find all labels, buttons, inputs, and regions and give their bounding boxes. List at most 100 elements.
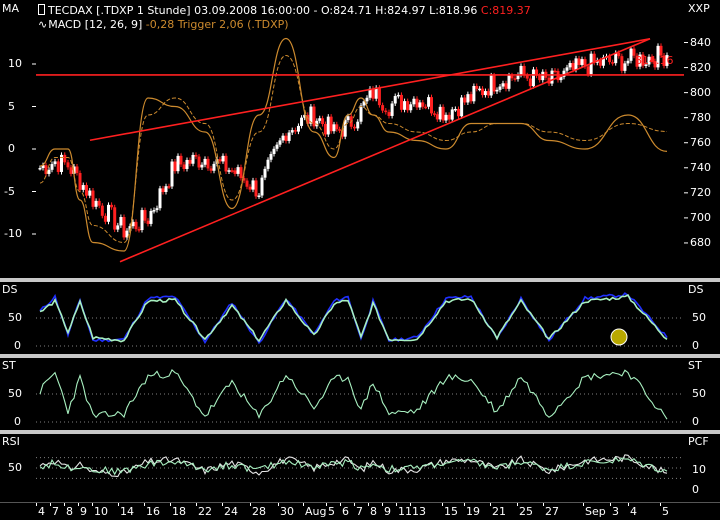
- candle-up: [326, 116, 330, 135]
- candle-up: [221, 155, 225, 162]
- time-axis-tick-label: 8: [370, 505, 377, 518]
- time-axis-tick-label: 28: [252, 505, 266, 518]
- candle-up: [116, 225, 120, 230]
- time-axis-tick-mark: [278, 503, 279, 506]
- right-tick-label: 50: [692, 387, 706, 400]
- candle-down: [218, 159, 222, 162]
- candle-down: [146, 220, 150, 224]
- candle-down: [194, 154, 198, 157]
- candle-down: [284, 135, 288, 141]
- candle-up: [158, 188, 162, 209]
- time-axis-tick-mark: [340, 503, 341, 506]
- candle-up: [191, 154, 195, 164]
- candle-up: [346, 116, 350, 121]
- candle-down: [538, 75, 542, 81]
- candle-down: [69, 167, 73, 174]
- time-axis-tick-mark: [36, 503, 37, 506]
- candle-down: [179, 155, 183, 165]
- time-axis-tick-label: 21: [492, 505, 506, 518]
- candle-up: [203, 158, 207, 165]
- candle-down: [85, 185, 88, 196]
- candle-down: [167, 186, 171, 188]
- right-tick-label: 760: [690, 135, 711, 149]
- candle-up: [149, 210, 153, 224]
- dss-pane[interactable]: DS DS 50 0 50 0: [0, 282, 720, 354]
- candle-up: [450, 109, 454, 120]
- price-pane[interactable]: MA XXP TECDAX [.TDXP 1 Stunde] 03.09.200…: [0, 0, 720, 278]
- candle-up: [356, 121, 360, 129]
- left-tick-label: 50: [8, 461, 22, 474]
- candle-up: [227, 170, 231, 172]
- time-axis-tick-label: 7: [356, 505, 363, 518]
- candle-up: [359, 105, 363, 122]
- time-axis-tick-label: 24: [224, 505, 238, 518]
- rsi-pane[interactable]: RSI PCF 50 10 0: [0, 434, 720, 502]
- candle-down: [611, 62, 615, 64]
- candle-down: [571, 63, 575, 70]
- right-tick-label: 50: [692, 311, 706, 324]
- time-axis-tick-label: 18: [172, 505, 186, 518]
- candle-down: [617, 52, 621, 57]
- candle-up: [269, 153, 273, 160]
- time-axis-tick-label: 7: [52, 505, 59, 518]
- candle-down: [91, 190, 95, 207]
- candle-down: [399, 94, 403, 110]
- candle-up: [531, 69, 535, 87]
- candle-down: [525, 75, 529, 79]
- time-axis-tick-label: 15: [444, 505, 458, 518]
- candle-down: [338, 129, 342, 131]
- candle-down: [137, 229, 141, 231]
- candle-down: [134, 221, 138, 230]
- candle-down: [598, 60, 602, 66]
- candle-down: [323, 124, 327, 135]
- candle-down: [113, 207, 117, 230]
- candle-up: [393, 96, 397, 104]
- candle-up: [290, 130, 294, 133]
- candle-down: [553, 70, 557, 73]
- pcf-right-label: PCF: [688, 435, 709, 448]
- candle-up: [427, 97, 431, 107]
- candle-down: [430, 97, 433, 114]
- candle-up: [281, 135, 285, 141]
- time-axis-tick-mark: [442, 503, 443, 506]
- candle-down: [522, 65, 526, 76]
- candle-down: [63, 154, 67, 163]
- candle-down: [230, 170, 234, 172]
- candle-up: [623, 63, 627, 71]
- price-header-close: C:819.37: [480, 4, 531, 17]
- candle-down: [432, 113, 436, 115]
- candle-up: [478, 88, 482, 91]
- candle-up: [318, 118, 322, 121]
- time-axis-tick-label: 6: [342, 505, 349, 518]
- candle-down: [329, 116, 333, 132]
- candle-down: [245, 180, 249, 187]
- candle-up: [94, 200, 98, 207]
- candle-up: [541, 71, 545, 81]
- time-axis-tick-label: 14: [120, 505, 134, 518]
- time-axis-tick-label: 5: [662, 505, 669, 518]
- time-axis[interactable]: 4 7 8 9 10 14 16 18 22 24 28 30 Aug 5 6 7 8 9 11 13 15 19 21 25…: [0, 502, 720, 520]
- time-axis-tick-label: 30: [280, 505, 294, 518]
- candle-up: [263, 168, 267, 178]
- left-tick-label: 5: [8, 99, 15, 113]
- candle-up: [81, 185, 85, 190]
- candle-down: [406, 101, 410, 111]
- time-axis-tick-mark: [118, 503, 119, 506]
- time-axis-tick-label: 9: [80, 505, 87, 518]
- time-axis-tick-label: 3: [612, 505, 619, 518]
- time-axis-tick-mark: [303, 503, 304, 506]
- candle-up: [272, 148, 276, 154]
- time-axis-tick-mark: [64, 503, 65, 506]
- left-tick-label: -10: [4, 227, 22, 240]
- time-axis-tick-mark: [583, 503, 584, 506]
- candle-down: [415, 98, 419, 108]
- right-tick-label: 0: [692, 339, 699, 352]
- rsi-chart: [36, 454, 684, 479]
- left-tick-label: 0: [8, 142, 15, 155]
- candle-down: [371, 88, 375, 99]
- stoch-pane[interactable]: ST ST 50 0 50 0: [0, 358, 720, 430]
- candle-down: [75, 166, 79, 174]
- candle-up: [626, 60, 630, 64]
- candle-down: [513, 78, 517, 80]
- candle-up: [489, 75, 493, 96]
